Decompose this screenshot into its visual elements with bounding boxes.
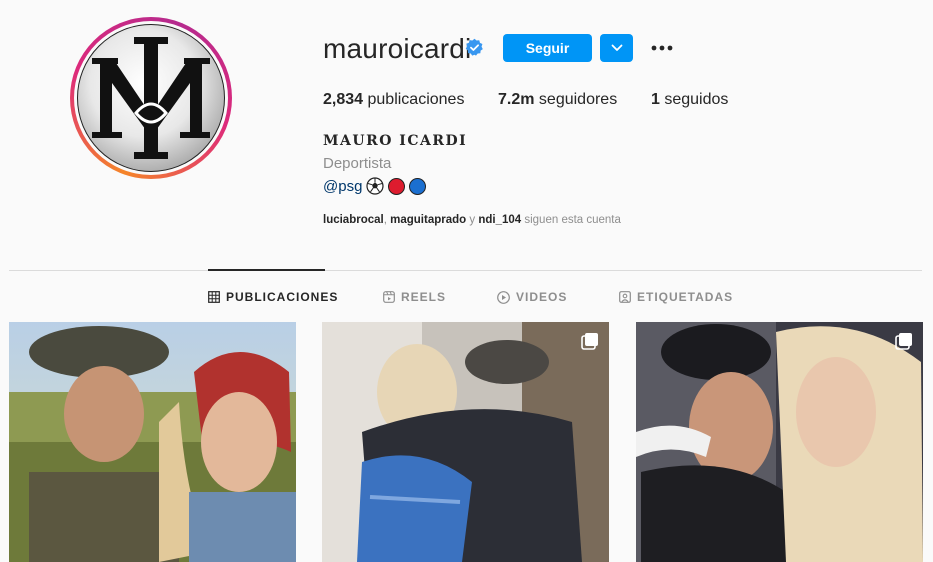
stat-followers-label: seguidores (538, 91, 618, 108)
full-name: MAURO ICARDI (323, 133, 468, 149)
stat-following-label: seguidos (664, 91, 729, 108)
suggestions-dropdown-button[interactable] (600, 34, 633, 62)
post-photo (322, 322, 609, 562)
verified-badge-icon (465, 38, 483, 56)
avatar-image (77, 24, 225, 172)
post-photo (636, 322, 923, 562)
mi-logo (92, 37, 210, 159)
stat-following-value: 1 (651, 91, 660, 108)
grid-icon (208, 291, 220, 303)
tab-label: REELS (401, 290, 447, 304)
tab-videos[interactable]: VIDEOS (497, 290, 567, 304)
bio-mention-link[interactable]: @psg (323, 178, 362, 195)
avatar-gap (74, 21, 228, 175)
username: mauroicardi (323, 33, 472, 64)
tab-label: VIDEOS (516, 290, 568, 304)
active-tab-indicator (208, 269, 325, 271)
follow-button[interactable]: Seguir (503, 34, 592, 62)
conjunction: y (469, 214, 476, 226)
stat-followers[interactable]: 7.2m seguidores (498, 91, 617, 109)
profile-avatar[interactable] (70, 17, 232, 179)
category-label: Deportista (323, 155, 392, 172)
separator: , (383, 214, 387, 226)
post-thumbnail[interactable] (9, 322, 296, 562)
post-thumbnail[interactable] (322, 322, 609, 562)
tag-user-icon (619, 291, 631, 303)
followed-by-text[interactable]: luciabrocal, maguitaprado y ndi_104 sigu… (323, 214, 621, 226)
follower-user-2[interactable]: maguitaprado (390, 214, 466, 226)
chevron-down-icon (611, 44, 622, 51)
follower-user-3[interactable]: ndi_104 (478, 214, 521, 226)
stat-posts-label: publicaciones (367, 91, 465, 108)
reels-icon (383, 291, 395, 303)
post-photo (9, 322, 296, 562)
stat-followers-value: 7.2m (498, 91, 535, 108)
more-dots-icon (651, 45, 673, 51)
bio-line: @psg (323, 177, 427, 195)
follower-user-1[interactable]: luciabrocal (323, 214, 384, 226)
blue-circle-icon (409, 177, 427, 195)
followed-by-suffix: siguen esta cuenta (524, 214, 621, 226)
stat-posts-value: 2,834 (323, 91, 364, 108)
tabs-divider (9, 270, 922, 271)
tab-reels[interactable]: REELS (383, 290, 446, 304)
stat-following[interactable]: 1 seguidos (651, 91, 728, 109)
red-circle-icon (388, 177, 406, 195)
play-icon (497, 290, 510, 304)
multiple-photos-icon (581, 333, 598, 350)
tab-label: ETIQUETADAS (637, 290, 734, 304)
tab-publicaciones[interactable]: PUBLICACIONES (208, 290, 338, 304)
multiple-photos-icon (895, 333, 912, 350)
post-thumbnail[interactable] (636, 322, 923, 562)
more-options-button[interactable] (649, 36, 675, 60)
stat-posts: 2,834 publicaciones (323, 91, 464, 109)
tab-label: PUBLICACIONES (226, 290, 339, 304)
tab-etiquetadas[interactable]: ETIQUETADAS (619, 290, 733, 304)
soccer-ball-icon (366, 177, 385, 195)
